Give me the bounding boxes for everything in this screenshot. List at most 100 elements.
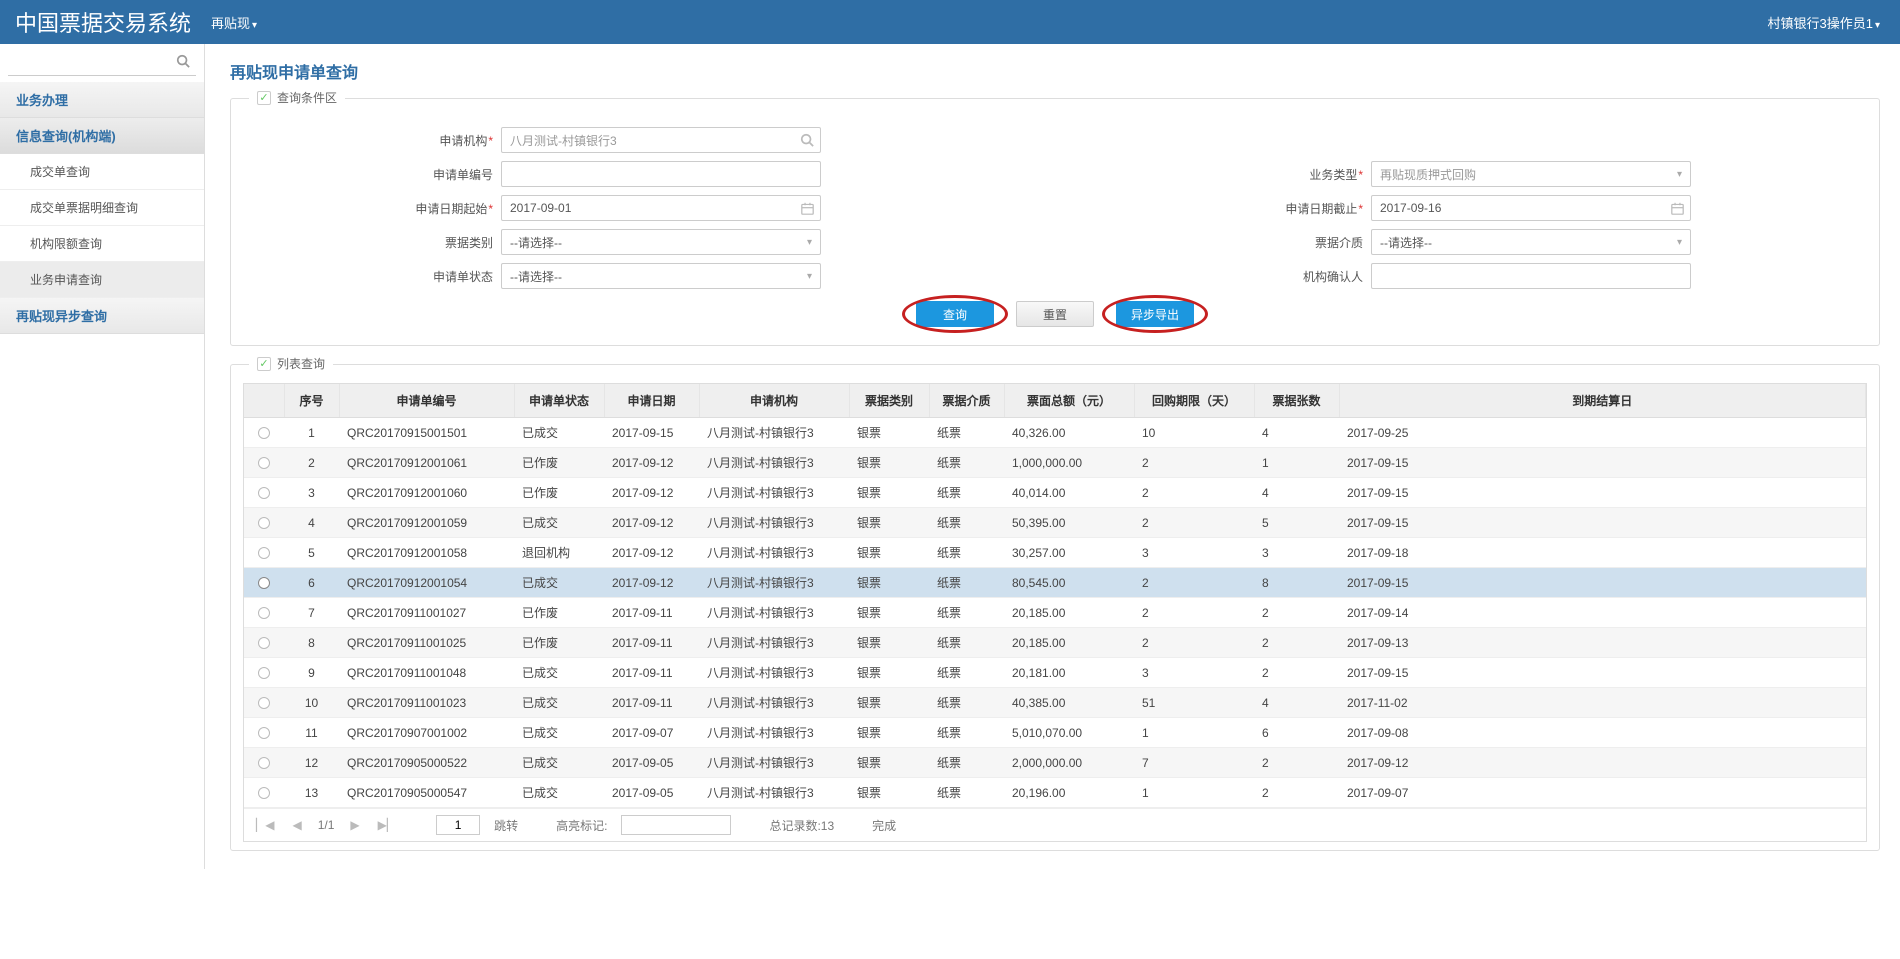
cell-count: 2 xyxy=(1254,628,1339,658)
row-radio[interactable] xyxy=(258,787,270,799)
cell-count: 5 xyxy=(1254,508,1339,538)
sidebar-search-input[interactable] xyxy=(8,50,196,76)
row-radio[interactable] xyxy=(258,517,270,529)
table-row[interactable]: 1QRC20170915001501已成交2017-09-15八月测试-村镇银行… xyxy=(244,418,1866,448)
cell-class: 银票 xyxy=(849,538,929,568)
cell-index: 2 xyxy=(284,448,339,478)
sidebar-group-info-query[interactable]: 信息查询(机构端) xyxy=(0,118,204,154)
search-icon[interactable] xyxy=(176,54,190,68)
cell-date: 2017-09-11 xyxy=(604,598,699,628)
input-apply-org[interactable]: 八月测试-村镇银行3 xyxy=(501,127,821,153)
cell-count: 4 xyxy=(1254,418,1339,448)
table-row[interactable]: 4QRC20170912001059已成交2017-09-12八月测试-村镇银行… xyxy=(244,508,1866,538)
cell-index: 10 xyxy=(284,688,339,718)
user-menu[interactable]: 村镇银行3操作员1 xyxy=(1768,13,1881,32)
cell-date: 2017-09-05 xyxy=(604,778,699,808)
row-radio[interactable] xyxy=(258,727,270,739)
calendar-icon[interactable] xyxy=(1671,202,1684,215)
calendar-icon[interactable] xyxy=(801,202,814,215)
table-row[interactable]: 5QRC20170912001058退回机构2017-09-12八月测试-村镇银… xyxy=(244,538,1866,568)
cell-date: 2017-09-05 xyxy=(604,748,699,778)
legend-toggle-icon[interactable]: ✓ xyxy=(257,91,271,105)
cell-count: 2 xyxy=(1254,598,1339,628)
cell-status: 已成交 xyxy=(514,568,604,598)
input-confirmer[interactable] xyxy=(1371,263,1691,289)
cell-class: 银票 xyxy=(849,478,929,508)
pager-total: 总记录数:13 xyxy=(769,817,834,834)
input-date-to[interactable]: 2017-09-16 xyxy=(1371,195,1691,221)
cell-status: 已作废 xyxy=(514,478,604,508)
cell-class: 银票 xyxy=(849,718,929,748)
row-radio[interactable] xyxy=(258,607,270,619)
input-apply-no[interactable] xyxy=(501,161,821,187)
nav-rediscount[interactable]: 再贴现 xyxy=(211,13,257,32)
cell-index: 3 xyxy=(284,478,339,508)
row-radio[interactable] xyxy=(258,547,270,559)
table-row[interactable]: 6QRC20170912001054已成交2017-09-12八月测试-村镇银行… xyxy=(244,568,1866,598)
query-button[interactable]: 查询 xyxy=(916,301,994,327)
sidebar-item-biz-apply-query[interactable]: 业务申请查询 xyxy=(0,262,204,298)
pager-last[interactable]: ▶▏ xyxy=(376,818,398,832)
cell-medium: 纸票 xyxy=(929,718,1004,748)
cell-class: 银票 xyxy=(849,778,929,808)
sidebar-item-deal-query[interactable]: 成交单查询 xyxy=(0,154,204,190)
table-row[interactable]: 11QRC20170907001002已成交2017-09-07八月测试-村镇银… xyxy=(244,718,1866,748)
pager-highlight-input[interactable] xyxy=(621,815,731,835)
row-radio[interactable] xyxy=(258,757,270,769)
row-radio[interactable] xyxy=(258,487,270,499)
cell-settle: 2017-09-07 xyxy=(1339,778,1866,808)
table-row[interactable]: 12QRC20170905000522已成交2017-09-05八月测试-村镇银… xyxy=(244,748,1866,778)
pager-next[interactable]: ▶ xyxy=(348,818,361,832)
table-row[interactable]: 10QRC20170911001023已成交2017-09-11八月测试-村镇银… xyxy=(244,688,1866,718)
label-date-to: 申请日期截止* xyxy=(831,200,1371,217)
sidebar-item-deal-detail-query[interactable]: 成交单票据明细查询 xyxy=(0,190,204,226)
pager-prev[interactable]: ◀ xyxy=(290,818,303,832)
cell-status: 已成交 xyxy=(514,688,604,718)
cell-medium: 纸票 xyxy=(929,478,1004,508)
table-row[interactable]: 13QRC20170905000547已成交2017-09-05八月测试-村镇银… xyxy=(244,778,1866,808)
cell-count: 8 xyxy=(1254,568,1339,598)
table-row[interactable]: 9QRC20170911001048已成交2017-09-11八月测试-村镇银行… xyxy=(244,658,1866,688)
col-apply-no: 申请单编号 xyxy=(339,384,514,418)
cell-term: 7 xyxy=(1134,748,1254,778)
table-row[interactable]: 7QRC20170911001027已作废2017-09-11八月测试-村镇银行… xyxy=(244,598,1866,628)
cell-amount: 40,385.00 xyxy=(1004,688,1134,718)
pager-first[interactable]: ▏◀ xyxy=(254,818,276,832)
cell-apply-no: QRC20170912001061 xyxy=(339,448,514,478)
col-settle: 到期结算日 xyxy=(1339,384,1866,418)
select-bill-medium[interactable]: --请选择--▾ xyxy=(1371,229,1691,255)
sidebar-item-org-limit-query[interactable]: 机构限额查询 xyxy=(0,226,204,262)
cell-settle: 2017-09-15 xyxy=(1339,448,1866,478)
cell-settle: 2017-09-25 xyxy=(1339,418,1866,448)
select-biz-type[interactable]: 再贴现质押式回购▾ xyxy=(1371,161,1691,187)
pager-jump[interactable]: 跳转 xyxy=(494,817,518,834)
table-row[interactable]: 8QRC20170911001025已作废2017-09-11八月测试-村镇银行… xyxy=(244,628,1866,658)
input-date-from[interactable]: 2017-09-01 xyxy=(501,195,821,221)
sidebar-group-business[interactable]: 业务办理 xyxy=(0,82,204,118)
cell-org: 八月测试-村镇银行3 xyxy=(699,508,849,538)
row-radio[interactable] xyxy=(258,667,270,679)
pager-page-input[interactable] xyxy=(436,815,480,835)
cell-status: 已成交 xyxy=(514,718,604,748)
select-bill-class[interactable]: --请选择--▾ xyxy=(501,229,821,255)
row-radio[interactable] xyxy=(258,697,270,709)
row-radio[interactable] xyxy=(258,637,270,649)
reset-button[interactable]: 重置 xyxy=(1016,301,1094,327)
cell-amount: 1,000,000.00 xyxy=(1004,448,1134,478)
table-row[interactable]: 3QRC20170912001060已作废2017-09-12八月测试-村镇银行… xyxy=(244,478,1866,508)
pager-highlight-label: 高亮标记: xyxy=(556,817,607,834)
table-row[interactable]: 2QRC20170912001061已作废2017-09-12八月测试-村镇银行… xyxy=(244,448,1866,478)
search-icon[interactable] xyxy=(800,133,814,147)
main-content: 再贴现申请单查询 ✓ 查询条件区 申请机构* 八月测试-村镇银行3 xyxy=(205,44,1900,869)
cell-settle: 2017-09-15 xyxy=(1339,508,1866,538)
select-apply-status[interactable]: --请选择--▾ xyxy=(501,263,821,289)
cell-settle: 2017-09-08 xyxy=(1339,718,1866,748)
row-radio[interactable] xyxy=(258,577,270,589)
async-export-button[interactable]: 异步导出 xyxy=(1116,301,1194,327)
row-radio[interactable] xyxy=(258,457,270,469)
legend-toggle-icon[interactable]: ✓ xyxy=(257,357,271,371)
row-radio[interactable] xyxy=(258,427,270,439)
sidebar-group-async-query[interactable]: 再贴现异步查询 xyxy=(0,298,204,334)
cell-status: 已成交 xyxy=(514,778,604,808)
label-bill-medium: 票据介质 xyxy=(831,234,1371,251)
